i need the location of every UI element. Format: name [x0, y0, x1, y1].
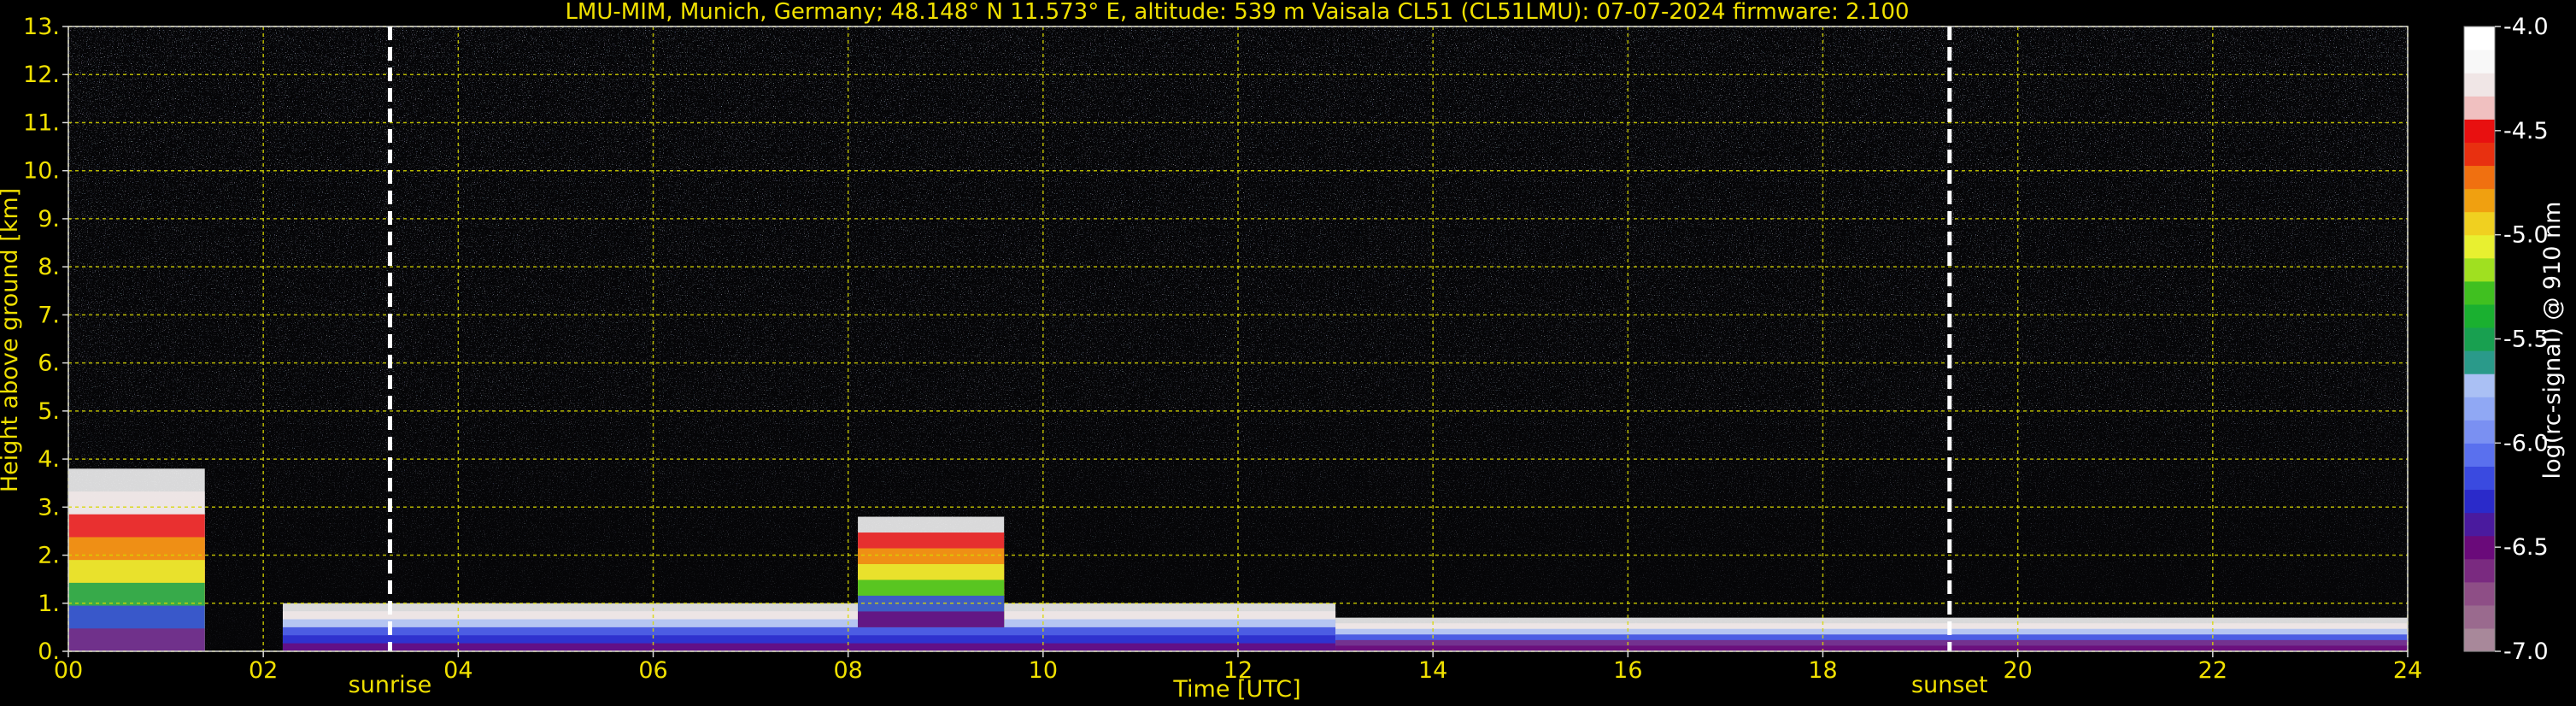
- feature-3: [1335, 617, 2408, 651]
- y-tick-label: 8.: [38, 254, 60, 280]
- x-tick-label: 18: [1808, 657, 1837, 684]
- colorbar-band: [2464, 234, 2495, 259]
- sun-event-labels: sunrise sunset: [349, 672, 1988, 698]
- y-tick-label: 0.: [38, 638, 60, 665]
- colorbar: -4.0-4.5-5.0-5.5-6.0-6.5-7.0 log(rc-sign…: [2463, 14, 2566, 665]
- colorbar-band: [2464, 257, 2495, 282]
- sunrise-label: sunrise: [349, 672, 432, 698]
- colorbar-tick-label: -6.5: [2503, 534, 2549, 561]
- x-tick-label: 16: [1613, 657, 1642, 684]
- colorbar-band: [2464, 535, 2495, 560]
- colorbar-band: [2464, 119, 2495, 143]
- x-tick-label: 14: [1418, 657, 1447, 684]
- y-tick-label: 13.: [23, 14, 60, 40]
- feature-1: [282, 603, 1336, 651]
- y-tick-label: 11.: [23, 109, 60, 136]
- y-tick-label: 9.: [38, 206, 60, 232]
- feature-band: [858, 611, 1005, 627]
- x-tick-label: 10: [1029, 657, 1058, 684]
- plot-area: [67, 26, 2409, 652]
- x-axis-label: Time [UTC]: [1172, 676, 1300, 703]
- colorbar-band: [2464, 142, 2495, 167]
- feature-band: [1335, 645, 2408, 651]
- colorbar-band: [2464, 397, 2495, 421]
- sunset-label: sunset: [1911, 672, 1988, 698]
- colorbar-band: [2464, 350, 2495, 374]
- y-tick-label: 4.: [38, 446, 60, 473]
- feature-band: [68, 628, 205, 651]
- noise-speckle: [68, 26, 2408, 651]
- y-tick-label: 6.: [38, 350, 60, 377]
- x-tick-label: 22: [2198, 657, 2227, 684]
- y-tick-label: 5.: [38, 398, 60, 425]
- feature-band: [282, 643, 1336, 651]
- colorbar-band: [2464, 211, 2495, 236]
- colorbar-bands: [2464, 26, 2495, 652]
- y-tick-label: 2.: [38, 543, 60, 569]
- colorbar-band: [2464, 420, 2495, 444]
- colorbar-tick-label: -7.0: [2503, 638, 2549, 665]
- y-axis-ticks: 0. 1. 2. 3. 4. 5. 6. 7. 8. 9. 10. 11. 12. 13.: [23, 14, 68, 665]
- y-tick-label: 1.: [38, 591, 60, 617]
- y-tick-label: 7.: [38, 302, 60, 328]
- colorbar-band: [2464, 558, 2495, 583]
- colorbar-band: [2464, 188, 2495, 213]
- colorbar-band: [2464, 512, 2495, 537]
- x-tick-label: 20: [2003, 657, 2032, 684]
- x-tick-label: 08: [833, 657, 862, 684]
- colorbar-tick-label: -4.0: [2503, 14, 2549, 40]
- colorbar-band: [2464, 96, 2495, 120]
- feature-2: [858, 516, 1005, 627]
- colorbar-band: [2464, 374, 2495, 397]
- colorbar-label: log(rc-signal) @ 910 nm: [2539, 202, 2566, 479]
- x-tick-label: 06: [638, 657, 667, 684]
- y-tick-label: 12.: [23, 62, 60, 88]
- colorbar-band: [2464, 466, 2495, 491]
- colorbar-band: [2464, 327, 2495, 351]
- x-tick-label: 24: [2393, 657, 2422, 684]
- colorbar-band: [2464, 280, 2495, 305]
- y-tick-label: 3.: [38, 494, 60, 521]
- x-tick-label: 02: [249, 657, 278, 684]
- colorbar-band: [2464, 50, 2495, 74]
- colorbar-band: [2464, 604, 2495, 629]
- feature-0: [68, 468, 205, 651]
- colorbar-band: [2464, 26, 2495, 50]
- colorbar-band: [2464, 489, 2495, 514]
- colorbar-band: [2464, 581, 2495, 606]
- colorbar-band: [2464, 165, 2495, 190]
- x-tick-label: 04: [443, 657, 472, 684]
- ceilometer-figure: LMU-MIM, Munich, Germany; 48.148° N 11.5…: [0, 0, 2566, 703]
- colorbar-band: [2464, 443, 2495, 468]
- y-axis-label: Height above ground [km]: [0, 188, 23, 492]
- colorbar-band: [2464, 303, 2495, 328]
- y-tick-label: 10.: [23, 158, 60, 185]
- colorbar-band: [2464, 627, 2495, 652]
- colorbar-band: [2464, 73, 2495, 97]
- chart-title: LMU-MIM, Munich, Germany; 48.148° N 11.5…: [565, 0, 1909, 25]
- colorbar-tick-label: -4.5: [2503, 118, 2549, 144]
